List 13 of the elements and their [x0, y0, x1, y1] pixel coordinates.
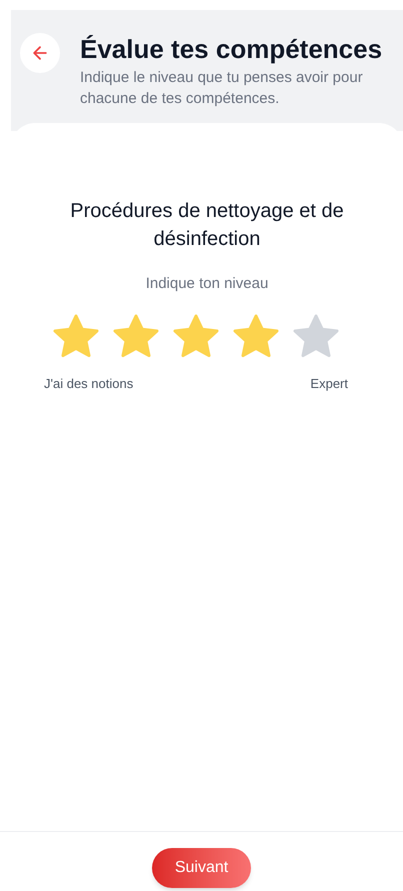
level-prompt: Indique ton niveau — [146, 274, 268, 294]
star-icon[interactable] — [232, 314, 280, 360]
page-title: Évalue tes compétences — [80, 33, 384, 65]
back-button[interactable] — [20, 33, 60, 73]
low-level-label: J'ai des notions — [44, 374, 134, 392]
next-button[interactable]: Suivant — [152, 848, 252, 888]
star-icon[interactable] — [52, 314, 100, 360]
skill-name: Procédures de nettoyage et de désinfection — [69, 199, 345, 252]
star-icon[interactable] — [292, 314, 340, 360]
page-subtitle: Indique le niveau que tu penses avoir pour chacune de tes compétences. — [80, 68, 364, 109]
high-level-label: Expert — [310, 374, 348, 393]
star-icon[interactable] — [112, 314, 160, 360]
star-icon[interactable] — [172, 314, 220, 360]
